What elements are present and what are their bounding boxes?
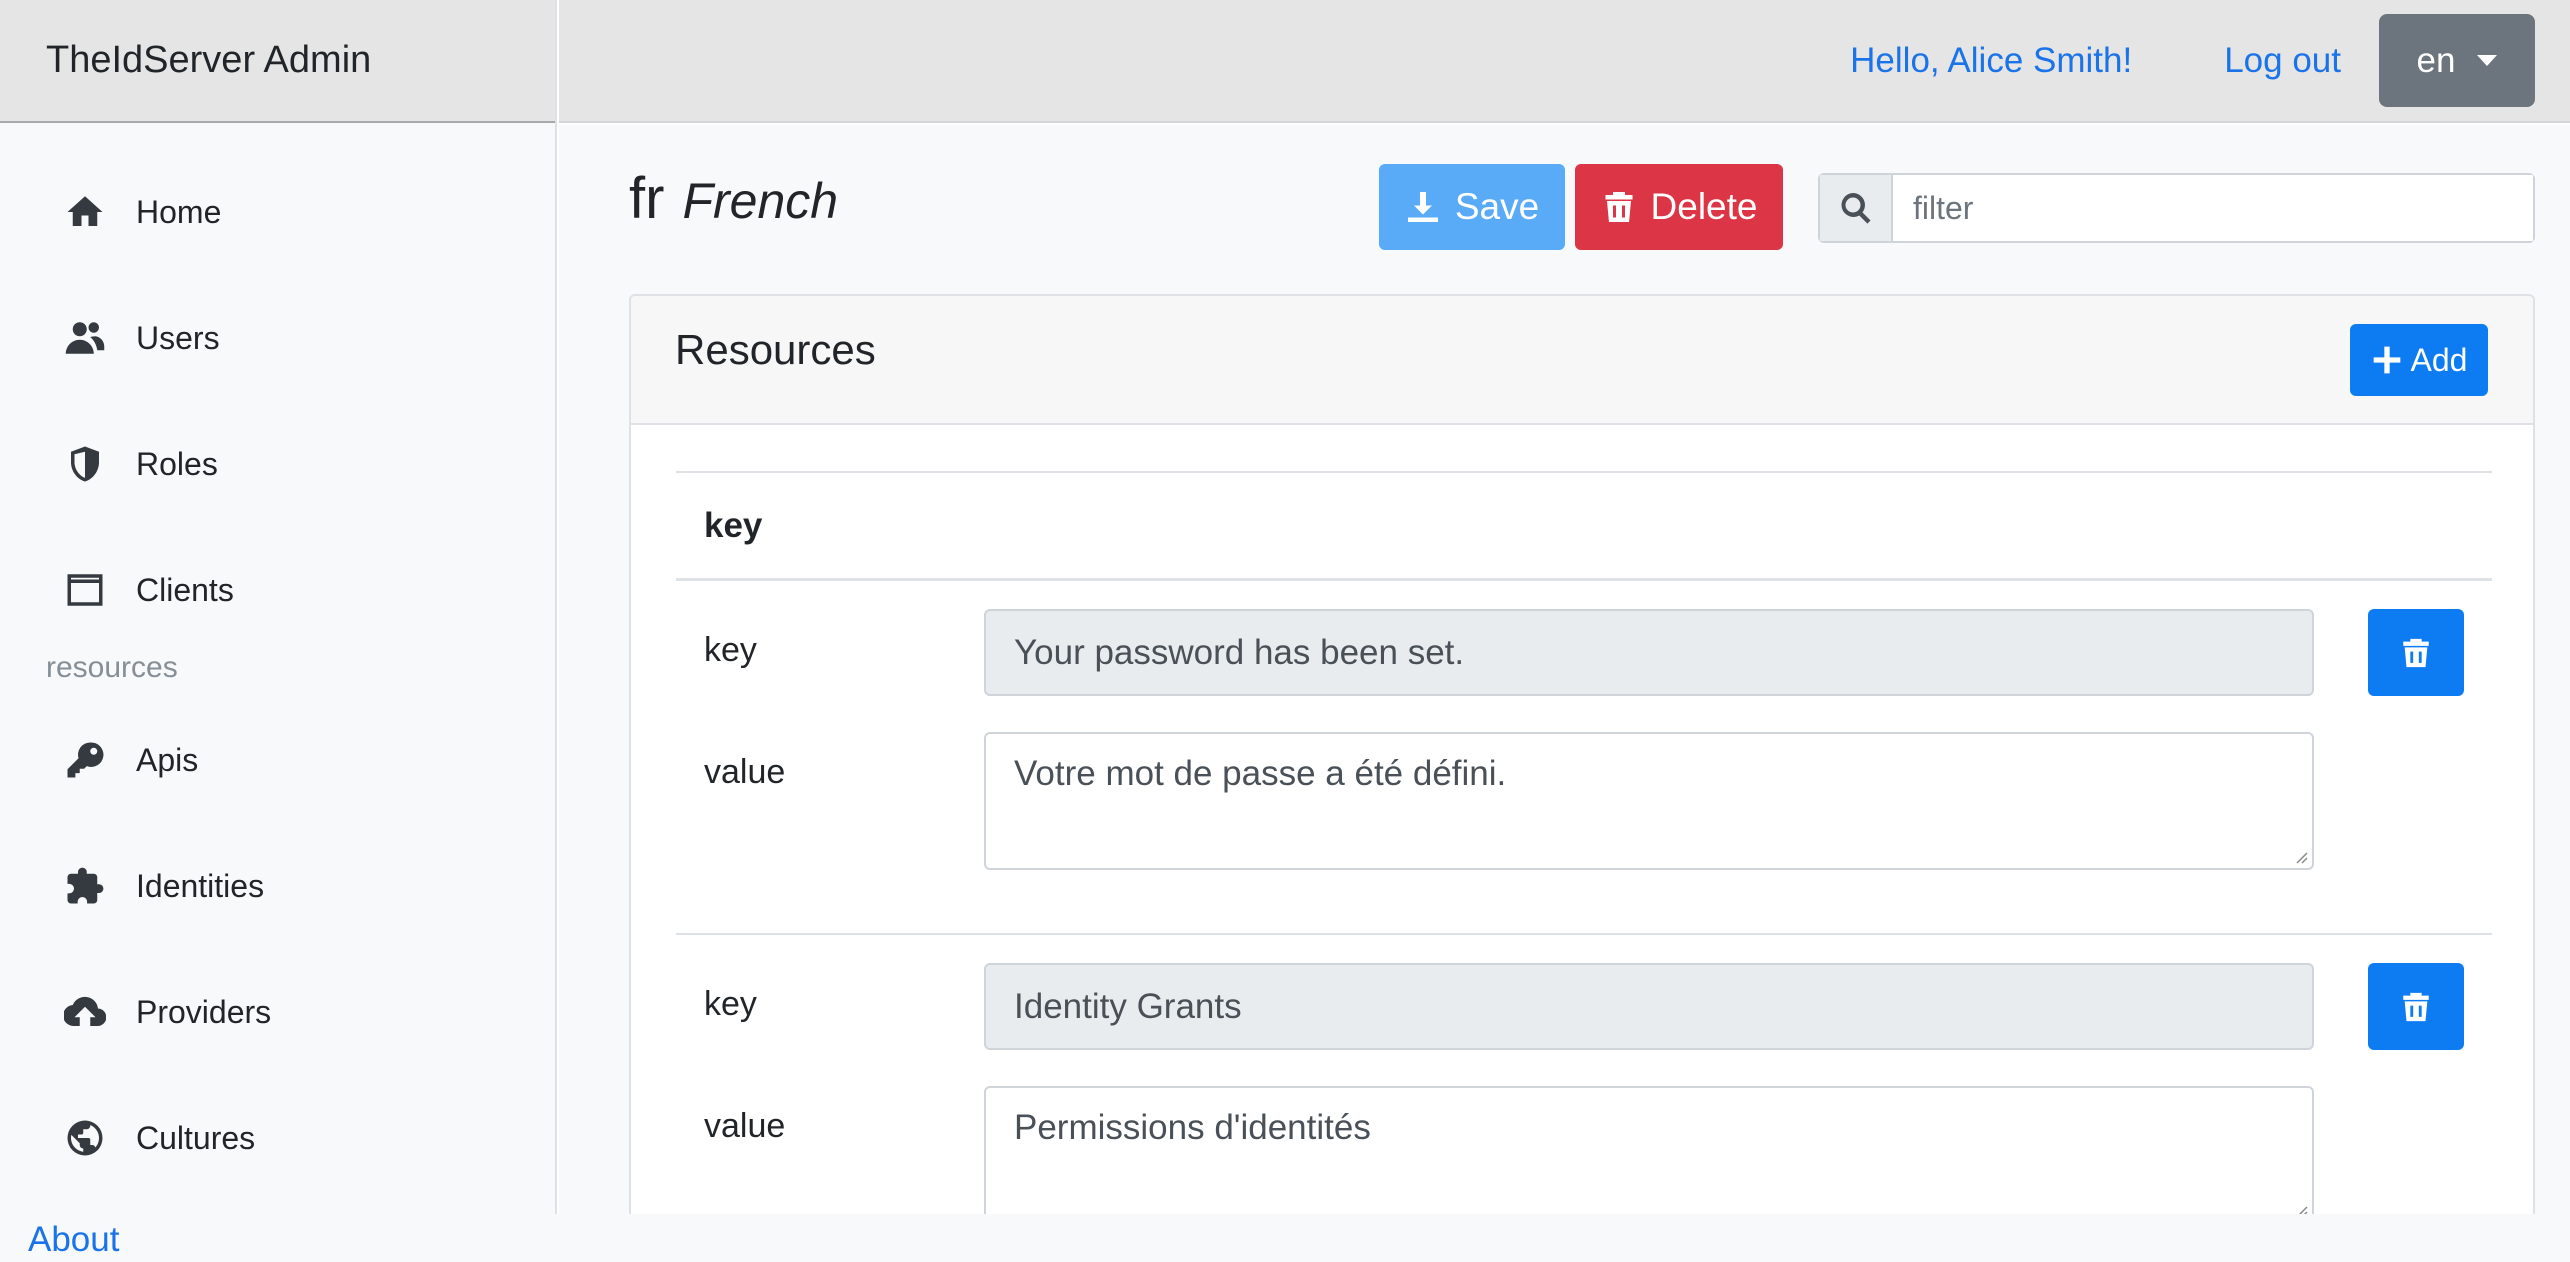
page-title: fr French (629, 165, 838, 232)
user-greeting-link[interactable]: Hello, Alice Smith! (1850, 41, 2132, 81)
plus-icon (2373, 346, 2400, 374)
sidebar-item-identities[interactable]: Identities (0, 823, 555, 949)
language-label: en (2416, 40, 2456, 80)
sidebar-item-roles[interactable]: Roles (0, 401, 555, 527)
resources-title: Resources (675, 326, 876, 373)
resource-row: key Identity Grants value Permissions d'… (676, 935, 2492, 1214)
logout-link[interactable]: Log out (2224, 41, 2341, 81)
caret-down-icon (2477, 55, 2498, 66)
value-textarea[interactable]: Permissions d'identités (984, 1086, 2314, 1214)
culture-code: fr (629, 166, 665, 231)
language-dropdown[interactable]: en (2379, 14, 2535, 107)
sidebar-nav: Home Users Roles Clients resources Apis … (0, 123, 555, 1201)
key-label: key (704, 985, 757, 1023)
filter-search (1818, 173, 2535, 243)
save-label: Save (1454, 186, 1540, 227)
filter-input[interactable] (1893, 175, 2533, 241)
resize-handle-icon[interactable] (2292, 848, 2308, 864)
resource-row: key Your password has been set. value Vo… (676, 581, 2492, 935)
sidebar-item-label: Users (136, 319, 220, 356)
sidebar-item-apis[interactable]: Apis (0, 697, 555, 823)
trash-icon (2403, 638, 2429, 667)
sidebar-item-label: Providers (136, 993, 272, 1030)
add-label: Add (2410, 341, 2468, 378)
sidebar-item-users[interactable]: Users (0, 275, 555, 401)
sidebar-item-label: Roles (136, 445, 218, 482)
download-icon (1407, 192, 1438, 222)
sidebar-item-home[interactable]: Home (0, 149, 555, 275)
footer: About (0, 1214, 2570, 1262)
resources-card: Resources Add key key Your password has … (629, 294, 2535, 1214)
cloud-upload-icon (62, 989, 108, 1035)
value-textarea[interactable]: Votre mot de passe a été défini. (984, 732, 2314, 870)
key-field[interactable]: Identity Grants (984, 963, 2314, 1050)
search-addon (1820, 175, 1893, 241)
sidebar-item-label: Identities (136, 867, 265, 904)
trash-icon (1605, 192, 1633, 222)
sidebar-item-providers[interactable]: Providers (0, 949, 555, 1075)
puzzle-icon (62, 863, 108, 909)
value-text: Votre mot de passe a été défini. (1014, 754, 1507, 793)
trash-icon (2403, 992, 2429, 1021)
home-icon (62, 189, 108, 235)
window-icon (62, 567, 108, 613)
value-label: value (704, 1107, 786, 1145)
brand-title[interactable]: TheIdServer Admin (0, 0, 555, 123)
culture-name: French (682, 173, 839, 229)
sidebar-section-resources: resources (46, 651, 178, 684)
add-resource-button[interactable]: Add (2350, 324, 2488, 396)
column-header-key: key (676, 471, 2492, 581)
sidebar-item-clients[interactable]: Clients (0, 527, 555, 653)
key-field[interactable]: Your password has been set. (984, 609, 2314, 696)
sidebar-item-label: Cultures (136, 1119, 256, 1156)
sidebar-item-cultures[interactable]: Cultures (0, 1075, 555, 1201)
resize-handle-icon[interactable] (2292, 1202, 2308, 1214)
value-text: Permissions d'identités (1014, 1108, 1371, 1147)
sidebar-item-label: Clients (136, 571, 234, 608)
shield-icon (62, 441, 108, 487)
resources-card-header: Resources Add (631, 296, 2533, 425)
sidebar-item-label: Apis (136, 741, 199, 778)
main-content: fr French Save Delete Resources Add key … (559, 125, 2570, 1214)
value-label: value (704, 753, 786, 791)
delete-row-button[interactable] (2368, 963, 2464, 1050)
sidebar: TheIdServer Admin Home Users Roles Clien… (0, 0, 557, 1214)
delete-label: Delete (1650, 186, 1758, 227)
key-icon (62, 737, 108, 783)
delete-button[interactable]: Delete (1575, 164, 1783, 250)
save-button[interactable]: Save (1379, 164, 1565, 250)
key-label: key (704, 631, 757, 669)
search-icon (1841, 193, 1871, 224)
users-icon (62, 315, 108, 361)
about-link[interactable]: About (28, 1220, 119, 1260)
top-bar: Hello, Alice Smith! Log out en (559, 0, 2570, 123)
resources-table: key key Your password has been set. valu… (676, 471, 2492, 1214)
sidebar-item-label: Home (136, 193, 222, 230)
delete-row-button[interactable] (2368, 609, 2464, 696)
globe-icon (62, 1115, 108, 1161)
